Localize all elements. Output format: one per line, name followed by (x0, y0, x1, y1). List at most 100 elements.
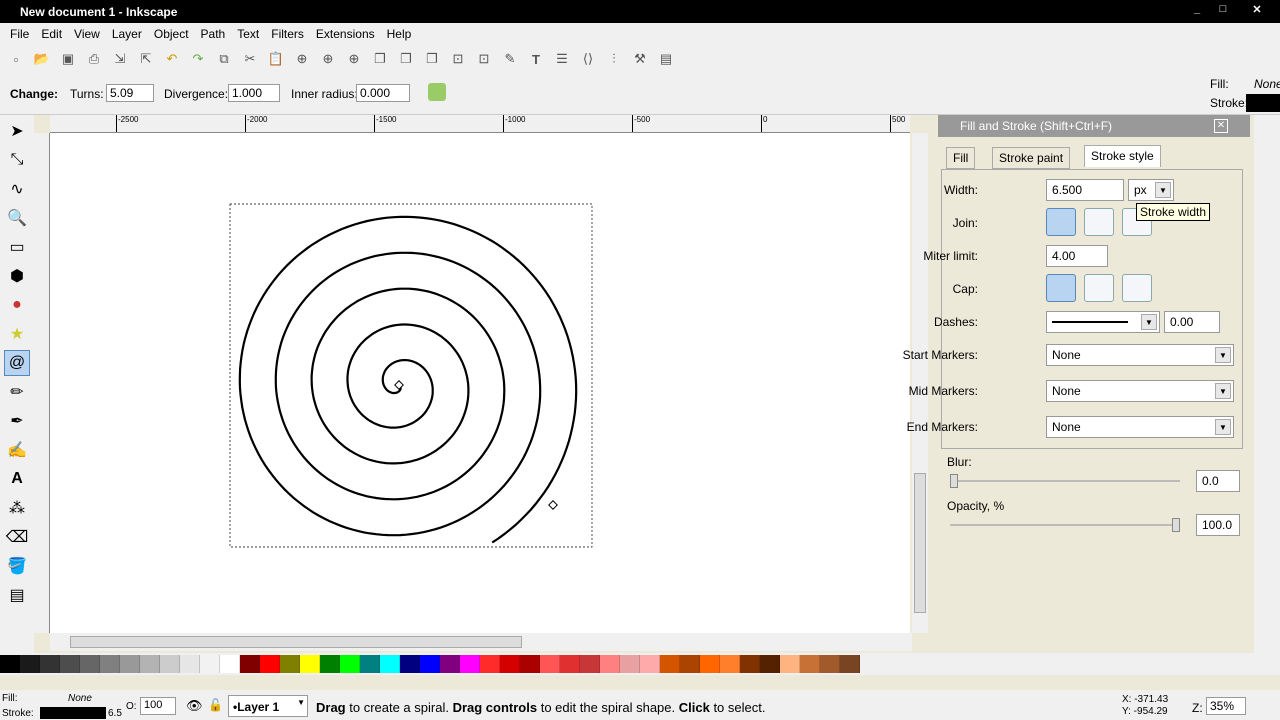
new-icon[interactable]: ▫ (6, 49, 26, 69)
opacity-input[interactable]: 100 (140, 697, 176, 715)
tab-stroke-paint[interactable]: Stroke paint (992, 147, 1071, 169)
width-input[interactable]: 6.500 (1046, 179, 1124, 201)
blur-input[interactable]: 0.0 (1196, 470, 1240, 492)
palette-swatch[interactable] (360, 655, 380, 673)
menu-path[interactable]: Path (195, 23, 232, 45)
import-icon[interactable]: ⇲ (110, 49, 130, 69)
visibility-eye-icon[interactable]: 👁 (186, 698, 203, 714)
join-round-button[interactable] (1084, 208, 1114, 236)
turns-input[interactable]: 5.09 (106, 84, 154, 102)
lock-icon[interactable]: 🔓 (208, 698, 223, 712)
palette-swatch[interactable] (400, 655, 420, 673)
open-icon[interactable]: 📂 (32, 49, 52, 69)
spiral-tool-icon[interactable]: @ (4, 350, 30, 376)
cap-butt-button[interactable] (1046, 274, 1076, 302)
start-markers-select[interactable]: None ▼ (1046, 344, 1234, 366)
palette-swatch[interactable] (580, 655, 600, 673)
menu-layer[interactable]: Layer (106, 23, 148, 45)
palette-swatch[interactable] (680, 655, 700, 673)
palette-swatch[interactable] (560, 655, 580, 673)
gradient-tool-icon[interactable]: ▤ (4, 582, 30, 608)
palette-swatch[interactable] (520, 655, 540, 673)
spiral-shape[interactable] (238, 215, 578, 544)
dashes-select[interactable]: ▼ (1046, 311, 1160, 333)
node-tool-icon[interactable]: ⤡ (4, 147, 30, 173)
palette-swatch[interactable] (320, 655, 340, 673)
blur-slider[interactable] (950, 474, 1180, 488)
star-tool-icon[interactable]: ★ (4, 321, 30, 347)
menu-edit[interactable]: Edit (35, 23, 68, 45)
opacity-slider[interactable] (950, 518, 1180, 532)
palette-swatch[interactable] (820, 655, 840, 673)
palette-swatch[interactable] (600, 655, 620, 673)
align-icon[interactable]: ⫶ (604, 49, 624, 69)
mid-markers-select[interactable]: None ▼ (1046, 380, 1234, 402)
cut-icon[interactable]: ✂ (240, 49, 260, 69)
ungroup-icon[interactable]: ⊡ (474, 49, 494, 69)
palette-swatch[interactable] (740, 655, 760, 673)
canvas[interactable] (50, 133, 910, 633)
zoom-input[interactable]: 35% (1206, 697, 1246, 715)
palette-swatch[interactable] (620, 655, 640, 673)
clone-icon[interactable]: ❐ (396, 49, 416, 69)
undo-icon[interactable]: ↶ (162, 49, 182, 69)
spray-tool-icon[interactable]: ⁂ (4, 495, 30, 521)
end-markers-select[interactable]: None ▼ (1046, 416, 1234, 438)
minimize-button[interactable]: _ (1188, 3, 1206, 17)
palette-swatch[interactable] (40, 655, 60, 673)
ellipse-tool-icon[interactable]: ● (4, 292, 30, 318)
redo-icon[interactable]: ↷ (188, 49, 208, 69)
palette-swatch[interactable] (780, 655, 800, 673)
reset-defaults-icon[interactable] (428, 83, 446, 101)
tab-stroke-style[interactable]: Stroke style (1084, 145, 1161, 167)
palette-swatch[interactable] (720, 655, 740, 673)
palette-swatch[interactable] (340, 655, 360, 673)
preferences-icon[interactable]: ⚒ (630, 49, 650, 69)
xml-editor-icon[interactable]: ⟨⟩ (578, 49, 598, 69)
palette-swatch[interactable] (100, 655, 120, 673)
dialog-close-icon[interactable]: ✕ (1214, 119, 1228, 133)
rectangle-tool-icon[interactable]: ▭ (4, 234, 30, 260)
menu-extensions[interactable]: Extensions (310, 23, 381, 45)
palette-swatch[interactable] (280, 655, 300, 673)
palette-swatch[interactable] (640, 655, 660, 673)
maximize-button[interactable]: □ (1214, 3, 1232, 17)
palette-swatch[interactable] (120, 655, 140, 673)
horizontal-scrollbar[interactable] (50, 633, 912, 651)
palette-swatch[interactable] (180, 655, 200, 673)
3d-box-tool-icon[interactable]: ⬢ (4, 263, 30, 289)
menu-object[interactable]: Object (148, 23, 195, 45)
tab-fill[interactable]: Fill (946, 147, 976, 169)
palette-swatch[interactable] (140, 655, 160, 673)
palette-swatch[interactable] (260, 655, 280, 673)
document-properties-icon[interactable]: ▤ (656, 49, 676, 69)
palette-swatch[interactable] (840, 655, 860, 673)
layer-select[interactable]: •Layer 1 ▼ (228, 695, 308, 717)
divergence-input[interactable]: 1.000 (228, 84, 280, 102)
export-icon[interactable]: ⇱ (136, 49, 156, 69)
stroke-swatch[interactable] (40, 707, 106, 719)
calligraphy-tool-icon[interactable]: ✍ (4, 437, 30, 463)
print-icon[interactable]: ⎙ (84, 49, 104, 69)
palette-swatch[interactable] (800, 655, 820, 673)
save-icon[interactable]: ▣ (58, 49, 78, 69)
cap-square-button[interactable] (1122, 274, 1152, 302)
palette-swatch[interactable] (220, 655, 240, 673)
copy-icon[interactable]: ⧉ (214, 49, 234, 69)
zoom-tool-icon[interactable]: 🔍 (4, 205, 30, 231)
menu-file[interactable]: File (4, 23, 35, 45)
palette-swatch[interactable] (200, 655, 220, 673)
menu-filters[interactable]: Filters (265, 23, 310, 45)
palette-swatch[interactable] (440, 655, 460, 673)
palette-swatch[interactable] (540, 655, 560, 673)
palette-swatch[interactable] (660, 655, 680, 673)
pencil-tool-icon[interactable]: ✏ (4, 379, 30, 405)
text-font-icon[interactable]: T (526, 49, 546, 69)
zoom-drawing-icon[interactable]: ⊕ (318, 49, 338, 69)
miter-limit-input[interactable]: 4.00 (1046, 245, 1108, 267)
close-button[interactable]: ✕ (1248, 3, 1266, 17)
paint-bucket-tool-icon[interactable]: 🪣 (4, 553, 30, 579)
unlink-clone-icon[interactable]: ❐ (422, 49, 442, 69)
cap-round-button[interactable] (1084, 274, 1114, 302)
palette-swatch[interactable] (240, 655, 260, 673)
